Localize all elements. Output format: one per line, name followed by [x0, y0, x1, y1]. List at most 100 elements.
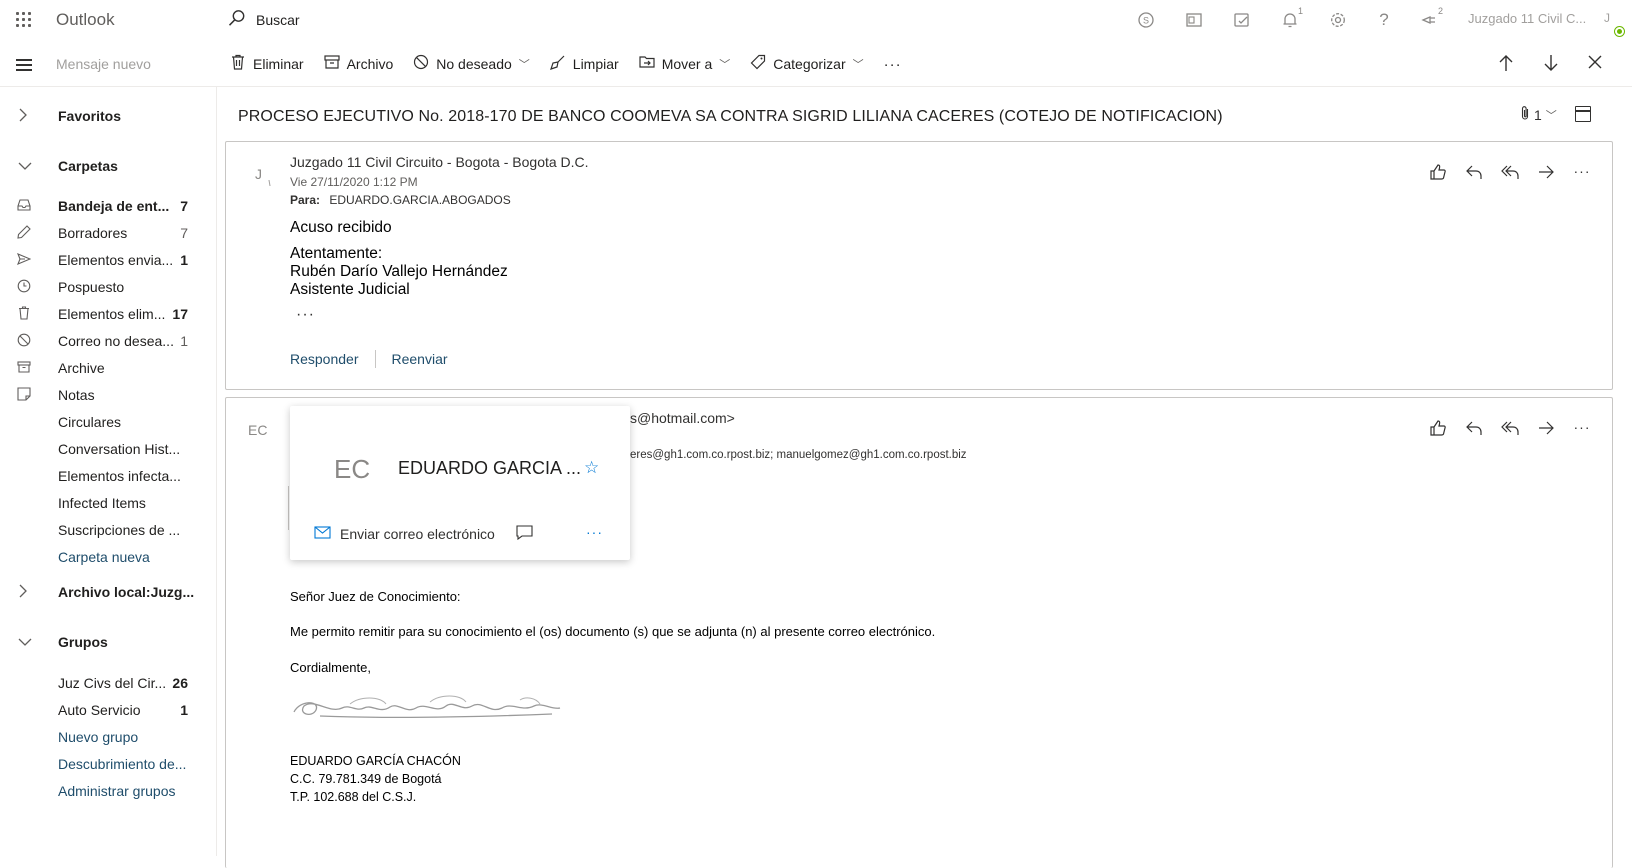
- forward-icon[interactable]: [1536, 419, 1556, 442]
- show-more-button[interactable]: ···: [296, 306, 315, 324]
- reply-icon[interactable]: [1464, 419, 1484, 442]
- reply-all-icon[interactable]: [1500, 163, 1520, 186]
- local-archive-section[interactable]: Archivo local:Juzg...: [0, 578, 216, 606]
- sender-email-partial[interactable]: s@hotmail.com>: [630, 410, 735, 426]
- sidebar-item-label: Descubrimiento de...: [58, 756, 187, 772]
- new-message-button[interactable]: Mensaje nuevo: [56, 56, 151, 72]
- search-placeholder: Buscar: [256, 12, 300, 28]
- search-box[interactable]: Buscar: [228, 8, 300, 32]
- move-to-label: Mover a: [661, 56, 713, 72]
- send-email-button[interactable]: Enviar correo electrónico: [314, 526, 495, 542]
- sender-avatar: J: [255, 166, 262, 182]
- sidebar-item-junk[interactable]: Correo no desea... 1: [0, 328, 216, 354]
- sender-name[interactable]: Juzgado 11 Civil Circuito - Bogota - Bog…: [290, 154, 589, 170]
- unread-count: 26: [172, 675, 188, 691]
- open-in-new-window-icon[interactable]: [1575, 106, 1591, 122]
- account-avatar[interactable]: J: [1604, 11, 1610, 25]
- sidebar-item-label: Correo no desea...: [58, 333, 174, 349]
- gear-icon[interactable]: [1328, 10, 1348, 30]
- hamburger-menu-icon[interactable]: [16, 59, 32, 74]
- help-icon[interactable]: ?: [1374, 10, 1394, 30]
- sidebar-item-new-group[interactable]: Nuevo grupo: [0, 724, 216, 750]
- svg-text:S: S: [1143, 16, 1149, 26]
- categorize-button[interactable]: Categorizar ﹀: [750, 54, 864, 74]
- feedback-count: 2: [1437, 6, 1443, 16]
- sidebar-item-inbox[interactable]: Bandeja de ent... 7: [0, 193, 216, 219]
- sweep-button[interactable]: Limpiar: [549, 54, 619, 74]
- sidebar-item-group[interactable]: Juz Civs del Cir... 26: [0, 670, 216, 696]
- chevron-down-icon: [18, 635, 32, 650]
- arrow-up-icon[interactable]: [1498, 54, 1514, 77]
- sidebar-item-infected-items[interactable]: Infected Items: [0, 490, 216, 516]
- star-icon[interactable]: ☆: [584, 458, 599, 478]
- folders-section[interactable]: Carpetas: [0, 152, 216, 180]
- bell-icon[interactable]: 1: [1280, 6, 1303, 30]
- more-actions-icon[interactable]: ···: [1572, 163, 1592, 186]
- attachment-indicator[interactable]: 1 ﹀: [1520, 105, 1557, 124]
- reply-all-icon[interactable]: [1500, 419, 1520, 442]
- pencil-icon: [16, 224, 32, 242]
- office-icon[interactable]: [1184, 10, 1204, 30]
- like-icon[interactable]: [1428, 163, 1448, 186]
- tag-icon: [750, 54, 766, 74]
- close-icon[interactable]: [1587, 54, 1603, 75]
- app-launcher-icon[interactable]: [16, 12, 32, 28]
- more-icon: ···: [883, 55, 902, 73]
- sidebar-item-snoozed[interactable]: Pospuesto: [0, 274, 216, 300]
- contact-card-popup[interactable]: EC EDUARDO GARCIA ... ☆ Enviar correo el…: [290, 406, 630, 560]
- sidebar-item-infected-es[interactable]: Elementos infecta...: [0, 463, 216, 489]
- message-actions: ···: [1428, 419, 1592, 442]
- chevron-down-icon: ﹀: [852, 59, 864, 71]
- sidebar-item-discover-groups[interactable]: Descubrimiento de...: [0, 751, 216, 777]
- message-line: Asistente Judicial: [290, 281, 410, 298]
- like-icon[interactable]: [1428, 419, 1448, 442]
- sidebar-item-manage-groups[interactable]: Administrar grupos: [0, 778, 216, 804]
- delete-button[interactable]: Eliminar: [230, 54, 304, 74]
- more-options-button[interactable]: ···: [586, 524, 603, 540]
- account-name[interactable]: Juzgado 11 Civil C...: [1468, 11, 1586, 26]
- sidebar-item-drafts[interactable]: Borradores 7: [0, 220, 216, 246]
- contact-name[interactable]: EDUARDO GARCIA ...: [398, 458, 581, 479]
- sidebar-item-subscriptions[interactable]: Suscripciones de ...: [0, 517, 216, 543]
- reply-icon[interactable]: [1464, 163, 1484, 186]
- arrow-down-icon[interactable]: [1543, 54, 1559, 77]
- junk-button[interactable]: No deseado ﹀: [413, 54, 530, 74]
- sidebar-item-label: Juz Civs del Cir...: [58, 675, 167, 691]
- folder-pane: Favoritos Carpetas Bandeja de ent... 7 B…: [0, 86, 217, 856]
- search-icon: [228, 9, 246, 32]
- archive-button[interactable]: Archivo: [323, 55, 393, 73]
- feedback-icon[interactable]: 2: [1420, 6, 1443, 30]
- sidebar-item-notes[interactable]: Notas: [0, 382, 216, 408]
- reply-button[interactable]: Responder: [290, 351, 359, 367]
- app-name[interactable]: Outlook: [56, 10, 115, 30]
- sidebar-item-new-folder[interactable]: Carpeta nueva: [0, 544, 216, 570]
- sidebar-item-archive[interactable]: Archive: [0, 355, 216, 381]
- trash-icon: [230, 54, 246, 74]
- move-to-button[interactable]: Mover a ﹀: [639, 55, 731, 73]
- forward-button[interactable]: Reenviar: [392, 351, 448, 367]
- tasks-icon[interactable]: [1232, 10, 1252, 30]
- sidebar-item-circulares[interactable]: Circulares: [0, 409, 216, 435]
- sidebar-item-conversation-history[interactable]: Conversation Hist...: [0, 436, 216, 462]
- more-commands-button[interactable]: ···: [884, 56, 902, 73]
- chevron-right-icon: [18, 108, 28, 125]
- chat-icon[interactable]: [516, 525, 533, 544]
- recipient-name[interactable]: EDUARDO.GARCIA.ABOGADOS: [329, 193, 510, 207]
- sidebar-item-deleted[interactable]: Elementos elim... 17: [0, 301, 216, 327]
- notification-count: 1: [1297, 6, 1303, 16]
- unread-count: 1: [180, 702, 188, 718]
- sidebar-item-group[interactable]: Auto Servicio 1: [0, 697, 216, 723]
- skype-icon[interactable]: S: [1136, 10, 1156, 30]
- sidebar-item-label: Notas: [58, 387, 95, 403]
- sidebar-item-sent[interactable]: Elementos envia... 1: [0, 247, 216, 273]
- sidebar-item-label: Elementos envia...: [58, 252, 174, 268]
- chevron-down-icon: ﹀: [719, 59, 731, 71]
- more-actions-icon[interactable]: ···: [1572, 419, 1592, 442]
- favorites-section[interactable]: Favoritos: [0, 102, 216, 130]
- message-body: Me permito remitir para su conocimiento …: [290, 624, 936, 639]
- sidebar-item-label: Bandeja de ent...: [58, 198, 170, 214]
- recipients-partial[interactable]: eres@gh1.com.co.rpost.biz; manuelgomez@g…: [630, 449, 967, 461]
- forward-icon[interactable]: [1536, 163, 1556, 186]
- recipient-line: Para: EDUARDO.GARCIA.ABOGADOS: [290, 193, 511, 207]
- groups-section[interactable]: Grupos: [0, 628, 216, 656]
